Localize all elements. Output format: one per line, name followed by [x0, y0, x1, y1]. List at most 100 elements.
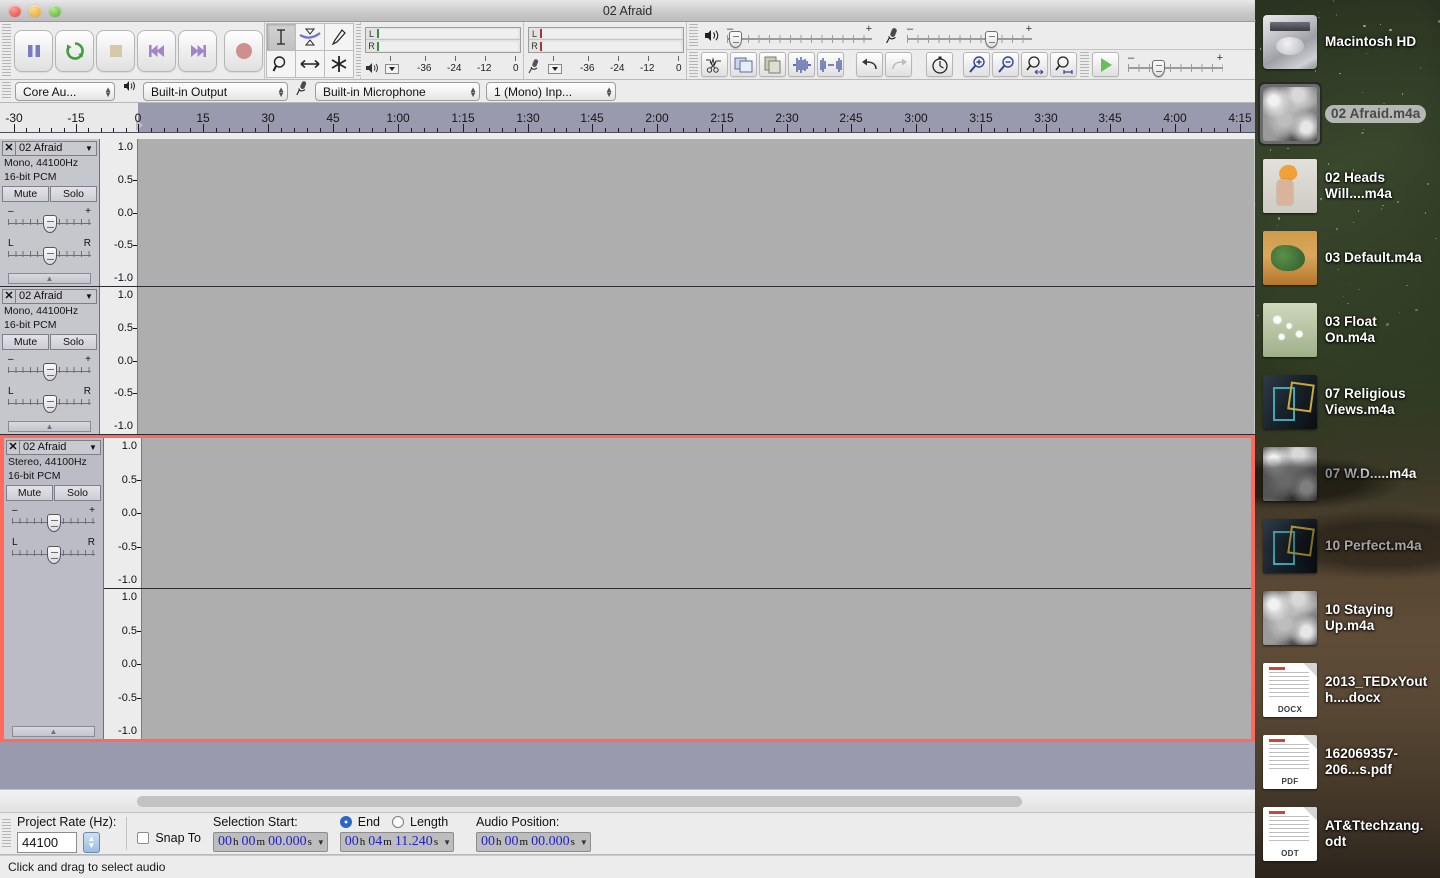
- desktop-icon-2013-tedxyouth-docx[interactable]: DOCX2013_TEDxYouth....docx: [1263, 654, 1433, 726]
- timeline-ruler[interactable]: -30-1501530451:001:151:301:452:002:152:3…: [0, 103, 1255, 133]
- zoom-in-button[interactable]: [963, 52, 990, 77]
- recording-device-select[interactable]: Built-in Microphone ▲▼: [315, 82, 480, 101]
- desktop-icon-macintosh-hd[interactable]: Macintosh HD: [1263, 6, 1433, 78]
- input-meter-toolbar[interactable]: L R -36: [524, 22, 687, 79]
- selection-end-dropdown-icon[interactable]: ▼: [443, 838, 451, 847]
- input-meter[interactable]: L R -36: [528, 27, 684, 74]
- track-menu-chevron-down-icon[interactable]: ▼: [82, 144, 96, 153]
- selection-tool-button[interactable]: [266, 23, 296, 51]
- track-pan-slider[interactable]: LR: [8, 238, 91, 266]
- paste-button[interactable]: [759, 52, 786, 77]
- sync-lock-button[interactable]: [926, 52, 953, 77]
- channel-row[interactable]: 1.00.50.0-0.5-1.0: [104, 438, 1251, 588]
- selection-end-field[interactable]: 00h 04m 11.240s ▼: [340, 832, 454, 852]
- horizontal-scrollbar-area[interactable]: [0, 789, 1255, 813]
- output-meter[interactable]: L R -36: [365, 27, 521, 74]
- desktop-icon-07-religious-views-m4a[interactable]: 07 Religious Views.m4a: [1263, 366, 1433, 438]
- track-menu-chevron-down-icon[interactable]: ▼: [82, 292, 96, 301]
- transport-toolbar-grip[interactable]: [2, 24, 11, 77]
- skip-to-end-button[interactable]: [178, 30, 217, 72]
- track-menu-chevron-down-icon[interactable]: ▼: [86, 443, 100, 452]
- output-volume-slider[interactable]: – +: [727, 23, 872, 49]
- recording-channels-select[interactable]: 1 (Mono) Inp... ▲▼: [486, 82, 616, 101]
- track-control-panel[interactable]: ✕02 Afraid▼Mono, 44100Hz16-bit PCMMuteSo…: [0, 287, 100, 434]
- cut-button[interactable]: [701, 52, 728, 77]
- output-meter-toolbar[interactable]: L R -36: [361, 22, 524, 79]
- track-pan-slider[interactable]: LR: [12, 537, 95, 565]
- device-toolbar-grip[interactable]: [2, 82, 11, 100]
- desktop-icon-03-float-on-m4a[interactable]: 03 Float On.m4a: [1263, 294, 1433, 366]
- track-resize-handle[interactable]: ▲: [8, 421, 91, 432]
- project-rate-stepper[interactable]: ▲▼: [83, 832, 100, 853]
- envelope-tool-button[interactable]: [295, 23, 325, 51]
- zoom-tool-button[interactable]: [266, 50, 296, 78]
- playback-device-select[interactable]: Built-in Output ▲▼: [143, 82, 288, 101]
- copy-button[interactable]: [730, 52, 757, 77]
- selection-start-dropdown-icon[interactable]: ▼: [317, 838, 325, 847]
- desktop-icon-10-perfect-m4a[interactable]: 10 Perfect.m4a: [1263, 510, 1433, 582]
- close-track-button[interactable]: ✕: [7, 441, 20, 454]
- mute-button[interactable]: Mute: [2, 186, 49, 202]
- project-rate-input[interactable]: 44100: [17, 832, 77, 853]
- waveform-display[interactable]: [138, 139, 1255, 286]
- waveform-display[interactable]: [138, 287, 1255, 434]
- desktop-icon-03-default-m4a[interactable]: 03 Default.m4a: [1263, 222, 1433, 294]
- pause-button[interactable]: [14, 30, 53, 72]
- play-loop-button[interactable]: [55, 30, 94, 72]
- output-meter-menu-icon[interactable]: [385, 64, 399, 74]
- track[interactable]: ✕02 Afraid▼Mono, 44100Hz16-bit PCMMuteSo…: [0, 139, 1255, 287]
- desktop-icon-02-heads-will-m4a[interactable]: 02 Heads Will....m4a: [1263, 150, 1433, 222]
- silence-audio-selection-button[interactable]: [817, 52, 844, 77]
- mixer-toolbar-grip[interactable]: [689, 24, 698, 47]
- track-panel-area[interactable]: ✕02 Afraid▼Mono, 44100Hz16-bit PCMMuteSo…: [0, 139, 1255, 789]
- input-volume-slider[interactable]: – +: [907, 23, 1032, 49]
- mute-button[interactable]: Mute: [6, 485, 53, 501]
- redo-button[interactable]: [885, 52, 912, 77]
- zoom-out-button[interactable]: [992, 52, 1019, 77]
- selection-start-field[interactable]: 00h 00m 00.000s ▼: [213, 832, 328, 852]
- channel-row[interactable]: 1.00.50.0-0.5-1.0: [104, 589, 1251, 739]
- timeshift-tool-button[interactable]: [295, 50, 325, 78]
- close-track-button[interactable]: ✕: [3, 142, 16, 155]
- length-radio[interactable]: [392, 816, 404, 828]
- desktop-icon-162069357-206-s-pdf[interactable]: PDF162069357-206...s.pdf: [1263, 726, 1433, 798]
- track-selected[interactable]: ✕02 Afraid▼Stereo, 44100Hz16-bit PCMMute…: [0, 435, 1255, 742]
- draw-tool-button[interactable]: [324, 23, 354, 51]
- input-meter-menu-icon[interactable]: [548, 64, 562, 74]
- multi-tool-button[interactable]: [324, 50, 354, 78]
- edit-toolbar-grip[interactable]: [689, 52, 698, 77]
- audio-position-field[interactable]: 00h 00m 00.000s ▼: [476, 832, 591, 852]
- track-gain-slider[interactable]: –+: [12, 505, 95, 533]
- desktop-icon-at-ttechzang-odt[interactable]: ODTAT&Ttechzang.odt: [1263, 798, 1433, 870]
- fit-project-button[interactable]: [1050, 52, 1077, 77]
- snap-to-checkbox[interactable]: [137, 832, 149, 844]
- solo-button[interactable]: Solo: [50, 334, 97, 350]
- skip-to-start-button[interactable]: [137, 30, 176, 72]
- track-pan-slider[interactable]: LR: [8, 386, 91, 414]
- channel-row[interactable]: 1.00.50.0-0.5-1.0: [100, 287, 1255, 434]
- track-control-panel[interactable]: ✕02 Afraid▼Stereo, 44100Hz16-bit PCMMute…: [4, 438, 104, 739]
- waveform-display[interactable]: [142, 589, 1251, 739]
- stop-button[interactable]: [96, 30, 135, 72]
- audio-host-select[interactable]: Core Au... ▲▼: [15, 82, 115, 101]
- channel-row[interactable]: 1.00.50.0-0.5-1.0: [100, 139, 1255, 286]
- solo-button[interactable]: Solo: [54, 485, 101, 501]
- close-track-button[interactable]: ✕: [3, 290, 16, 303]
- horizontal-scrollbar-thumb[interactable]: [137, 796, 1022, 807]
- desktop-icon-10-staying-up-m4a[interactable]: 10 Staying Up.m4a: [1263, 582, 1433, 654]
- track-resize-handle[interactable]: ▲: [12, 726, 95, 737]
- record-button[interactable]: [224, 30, 263, 72]
- waveform-display[interactable]: [142, 438, 1251, 588]
- track[interactable]: ✕02 Afraid▼Mono, 44100Hz16-bit PCMMuteSo…: [0, 287, 1255, 435]
- selection-toolbar-grip[interactable]: [2, 819, 11, 848]
- fit-selection-button[interactable]: [1021, 52, 1048, 77]
- mute-button[interactable]: Mute: [2, 334, 49, 350]
- track-title-bar[interactable]: ✕02 Afraid▼: [6, 440, 101, 455]
- track-resize-handle[interactable]: ▲: [8, 273, 91, 284]
- trim-outside-selection-button[interactable]: [788, 52, 815, 77]
- track-title-bar[interactable]: ✕02 Afraid▼: [2, 289, 97, 304]
- play-speed-slider[interactable]: – +: [1128, 52, 1223, 78]
- solo-button[interactable]: Solo: [50, 186, 97, 202]
- track-gain-slider[interactable]: –+: [8, 206, 91, 234]
- desktop-icon-02-afraid-m4a[interactable]: 02 Afraid.m4a: [1263, 78, 1433, 150]
